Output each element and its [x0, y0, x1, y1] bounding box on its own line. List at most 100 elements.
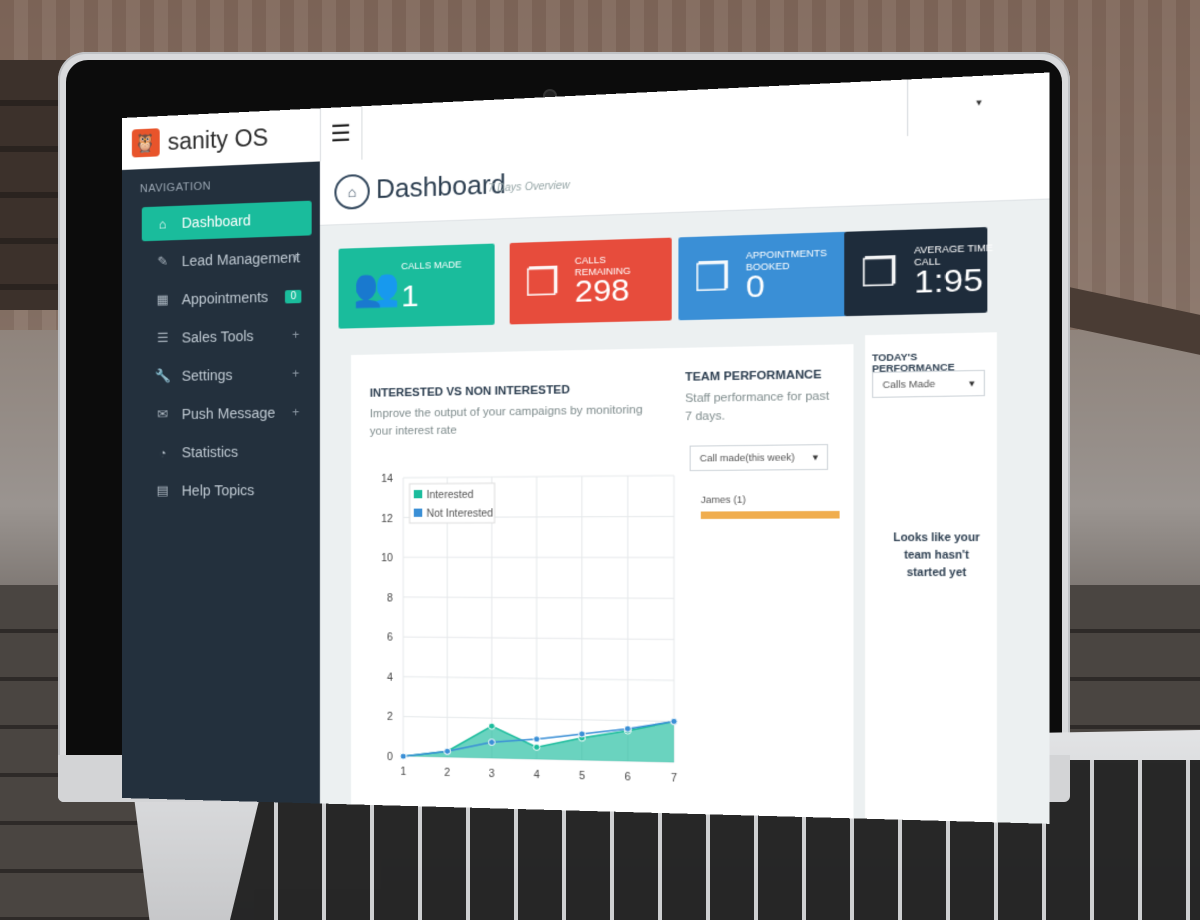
y-tick-label: 8 [387, 593, 393, 604]
stat-appointments-booked: ❐ APPOINTMENTS BOOKED 0 [678, 231, 847, 321]
envelope-icon: ✉ [157, 406, 169, 422]
interest-panel-description: Improve the output of your campaigns by … [369, 403, 643, 438]
nav-title: NAVIGATION [139, 180, 212, 196]
stat-value: 1:95 [914, 262, 984, 301]
sidebar-item-label: Dashboard [181, 212, 251, 231]
interest-panel-title: INTERESTED VS NON INTERESTED [369, 383, 570, 400]
calendar-icon: ▦ [156, 291, 169, 308]
caret-down-icon: ▼ [967, 378, 977, 389]
team-panel: TEAM PERFORMANCE Staff performance for p… [685, 344, 856, 819]
today-panel: TODAY'S PERFORMANCE Calls Made ▼ Looks l… [853, 332, 997, 823]
stat-calls-made: 👥 CALLS MADE 1 [338, 243, 495, 329]
x-tick-label: 2 [444, 768, 450, 780]
y-tick-label: 14 [381, 474, 393, 485]
grid-line [403, 476, 674, 478]
data-point [533, 744, 539, 750]
x-tick-label: 6 [625, 772, 632, 784]
sidebar-item-help-topics[interactable]: ▤ Help Topics [142, 472, 312, 508]
data-point [579, 731, 586, 737]
expand-icon: + [292, 405, 300, 420]
appointments-badge: 0 [285, 289, 302, 303]
legend-swatch [413, 489, 423, 499]
team-member-progress [700, 510, 840, 519]
menu-toggle-button[interactable]: ☰ [319, 106, 363, 162]
expand-icon: + [292, 250, 300, 265]
dashboard-icon: ◔ [158, 444, 167, 461]
y-tick-label: 12 [381, 513, 393, 524]
x-tick-label: 5 [579, 771, 586, 783]
legend-swatch [413, 508, 423, 517]
y-tick-label: 10 [381, 553, 393, 564]
page-title: Dashboard [376, 170, 506, 205]
page-subtitle: 7 Days Overview [488, 180, 570, 195]
team-panel-description: Staff performance for past 7 days. [685, 390, 830, 424]
owl-logo-icon: 🦉 [131, 128, 160, 158]
grid-line [403, 717, 674, 722]
home-icon[interactable]: ⌂ [334, 173, 370, 210]
expand-icon: + [292, 327, 300, 343]
sidebar-item-label: Help Topics [181, 481, 255, 499]
sidebar: NAVIGATION ⌂ Dashboard ✎ Lead Management… [122, 161, 320, 804]
x-tick-label: 4 [534, 770, 541, 782]
stat-label: CALLS MADE [401, 259, 462, 272]
data-point [444, 748, 450, 754]
x-tick-label: 3 [489, 769, 495, 781]
stat-calls-remaining: ❐ CALLS REMAINING 298 [509, 237, 672, 325]
team-member-label: James (1) [700, 494, 746, 506]
y-tick-label: 4 [387, 672, 393, 683]
edit-icon: ✎ [157, 253, 169, 269]
team-panel-title: TEAM PERFORMANCE [685, 368, 822, 384]
team-metric-select[interactable]: Call made(this week) ▼ [689, 444, 829, 472]
app-logo[interactable]: 🦉 sanity OS [122, 108, 321, 170]
data-point [671, 718, 678, 724]
sidebar-item-dashboard[interactable]: ⌂ Dashboard [141, 200, 312, 242]
book-icon: ▤ [156, 482, 169, 498]
sidebar-item-label: Appointments [181, 288, 269, 308]
y-tick-label: 2 [387, 712, 393, 724]
grid-line [403, 597, 674, 598]
sidebar-item-label: Push Message [181, 404, 276, 423]
stat-average-time-call: ❐ AVERAGE TIME CALL 1:95 [844, 227, 993, 317]
sidebar-item-push-message[interactable]: ✉ Push Message + [142, 395, 312, 432]
wrench-icon: 🔧 [154, 367, 171, 384]
sidebar-item-label: Lead Management [181, 249, 301, 270]
today-metric-select-value: Calls Made [882, 378, 936, 391]
sidebar-item-sales-tools[interactable]: ☰ Sales Tools + [142, 317, 312, 355]
grid-line [403, 637, 674, 640]
files-icon: ❐ [524, 260, 560, 305]
grid-line [403, 677, 674, 681]
today-empty-message: Looks like your team hasn't started yet [893, 532, 980, 580]
laptop-screen: 🦉 sanity OS ☰ ▼ NAVIGATION ⌂ Dashboard ✎… [122, 72, 1050, 824]
y-tick-label: 6 [387, 633, 393, 644]
home-icon: ⌂ [158, 215, 167, 232]
y-tick-label: 0 [387, 752, 393, 764]
data-point [400, 753, 406, 759]
interest-panel: INTERESTED VS NON INTERESTED Improve the… [351, 347, 686, 814]
caret-down-icon: ▼ [974, 97, 984, 108]
sidebar-item-label: Statistics [181, 443, 239, 461]
data-point [489, 739, 495, 745]
data-point [624, 725, 631, 731]
stat-value: 1 [401, 279, 419, 314]
caret-down-icon: ▼ [810, 452, 821, 463]
stat-value: 298 [574, 272, 630, 310]
users-icon: 👥 [353, 265, 400, 309]
expand-icon: + [292, 366, 300, 381]
user-menu-button[interactable]: ▼ [907, 75, 991, 137]
today-metric-select[interactable]: Calls Made ▼ [872, 369, 985, 398]
sidebar-item-appointments[interactable]: ▦ Appointments 0 [142, 278, 312, 317]
data-point [533, 736, 539, 742]
sidebar-item-lead-management[interactable]: ✎ Lead Management + [142, 239, 312, 279]
list-icon: ☰ [156, 329, 169, 346]
legend-label: Interested [426, 490, 473, 502]
x-tick-label: 1 [400, 767, 406, 779]
sidebar-item-statistics[interactable]: ◔ Statistics [142, 434, 312, 470]
x-tick-label: 7 [671, 773, 678, 785]
main-content: ⌂ Dashboard 7 Days Overview 👥 CALLS MADE… [319, 129, 1050, 824]
sidebar-item-settings[interactable]: 🔧 Settings + [142, 356, 312, 394]
legend-label: Not Interested [426, 508, 493, 520]
files-icon: ❐ [694, 254, 731, 300]
interest-chart: 0 2 4 6 8 10 12 14 1 2 3 4 5 6 7 Interested Not Interest… [361, 465, 685, 805]
files-icon: ❐ [860, 249, 899, 296]
sidebar-item-label: Sales Tools [181, 327, 254, 346]
